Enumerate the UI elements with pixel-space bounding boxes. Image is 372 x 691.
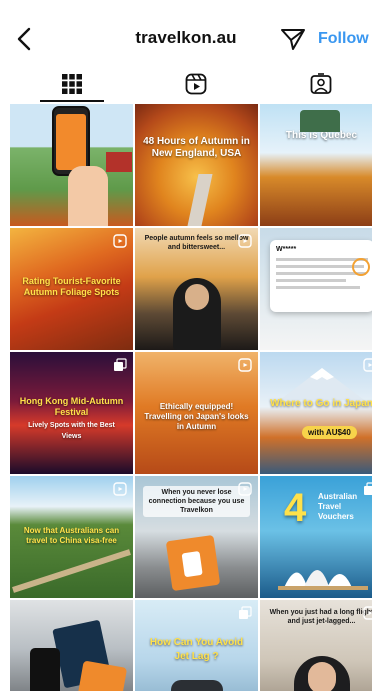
- post-tile[interactable]: [10, 600, 133, 691]
- travelkon-card-illustration: [165, 534, 221, 592]
- multiple-posts-icon: [364, 482, 372, 495]
- travelkon-card-illustration: [76, 660, 128, 691]
- tab-grid[interactable]: [57, 70, 87, 98]
- profile-tabs: [0, 62, 372, 104]
- post-caption: When you never lose connection because y…: [143, 486, 250, 517]
- post-caption: Hong Kong Mid-Autumn Festival: [19, 396, 124, 417]
- post-tile[interactable]: 4 Australian Travel Vouchers: [260, 476, 372, 598]
- post-tile[interactable]: People autumn feels so mellow and bitter…: [135, 228, 258, 350]
- great-wall-illustration: [12, 549, 131, 593]
- active-tab-indicator: [40, 100, 104, 102]
- reel-indicator-icon: [363, 358, 372, 372]
- post-tile[interactable]: When you just had a long flight and just…: [260, 600, 372, 691]
- post-subcaption: Lively Spots with the Best Views: [28, 422, 115, 440]
- grid-icon: [62, 74, 82, 94]
- tab-reels[interactable]: [181, 70, 211, 98]
- tab-tagged[interactable]: [306, 70, 336, 98]
- post-tile[interactable]: W*****: [260, 228, 372, 350]
- post-tile[interactable]: When you never lose connection because y…: [135, 476, 258, 598]
- mountain-illustration: [280, 368, 364, 400]
- post-caption: Where to Go in Japan: [270, 398, 372, 409]
- post-tile[interactable]: Where to Go in Japan with AU$40: [260, 352, 372, 474]
- barn-illustration: [106, 152, 132, 172]
- reel-indicator-icon: [113, 234, 127, 248]
- road-illustration: [187, 174, 213, 226]
- send-message-icon[interactable]: [280, 27, 306, 51]
- reel-indicator-icon: [113, 482, 127, 496]
- posts-grid: 48 Hours of Autumn in New England, USA T…: [10, 104, 372, 691]
- post-caption: Ethically equipped! Travelling on Japan'…: [144, 402, 249, 431]
- post-tile[interactable]: [10, 104, 133, 226]
- post-caption: People autumn feels so mellow and bitter…: [144, 235, 249, 251]
- review-card: W*****: [270, 240, 372, 312]
- post-tile[interactable]: Rating Tourist-Favorite Autumn Foliage S…: [10, 228, 133, 350]
- post-caption: Rating Tourist-Favorite Autumn Foliage S…: [22, 276, 121, 297]
- pin-icon: [352, 258, 370, 276]
- post-tile[interactable]: This is Quebec: [260, 104, 372, 226]
- post-subcaption: Australian Travel Vouchers: [318, 492, 358, 521]
- reels-icon: [185, 73, 207, 95]
- opera-house-illustration: [278, 570, 368, 590]
- person-illustration: [294, 656, 350, 691]
- post-caption: When you just had a long flight and just…: [269, 609, 372, 625]
- airport-seat-illustration: [171, 680, 223, 691]
- post-tile[interactable]: 48 Hours of Autumn in New England, USA: [135, 104, 258, 226]
- reel-indicator-icon: [238, 358, 252, 372]
- post-tile[interactable]: Ethically equipped! Travelling on Japan'…: [135, 352, 258, 474]
- post-caption: Now that Australians can travel to China…: [23, 526, 120, 545]
- post-caption: 48 Hours of Autumn in New England, USA: [143, 136, 250, 159]
- price-badge: with AU$40: [302, 426, 357, 439]
- profile-username: travelkon.au: [135, 28, 237, 47]
- multiple-posts-icon: [239, 606, 252, 619]
- chateau-illustration: [300, 110, 340, 132]
- post-tile[interactable]: How Can You Avoid Jet Lag ?: [135, 600, 258, 691]
- review-author: W*****: [276, 246, 297, 253]
- reel-indicator-icon: [238, 234, 252, 248]
- reel-indicator-icon: [238, 482, 252, 496]
- profile-header: travelkon.au Follow: [0, 0, 372, 62]
- multiple-posts-icon: [114, 358, 127, 371]
- phone-illustration: [30, 648, 60, 691]
- post-tile[interactable]: Hong Kong Mid-Autumn Festival Lively Spo…: [10, 352, 133, 474]
- tagged-icon: [310, 73, 332, 94]
- follow-button[interactable]: Follow: [318, 30, 369, 48]
- post-caption: How Can You Avoid Jet Lag ?: [149, 637, 244, 662]
- post-tile[interactable]: Now that Australians can travel to China…: [10, 476, 133, 598]
- person-illustration: [173, 278, 221, 350]
- voucher-count: 4: [284, 486, 307, 530]
- reel-indicator-icon: [363, 606, 372, 620]
- hand-illustration: [68, 166, 108, 226]
